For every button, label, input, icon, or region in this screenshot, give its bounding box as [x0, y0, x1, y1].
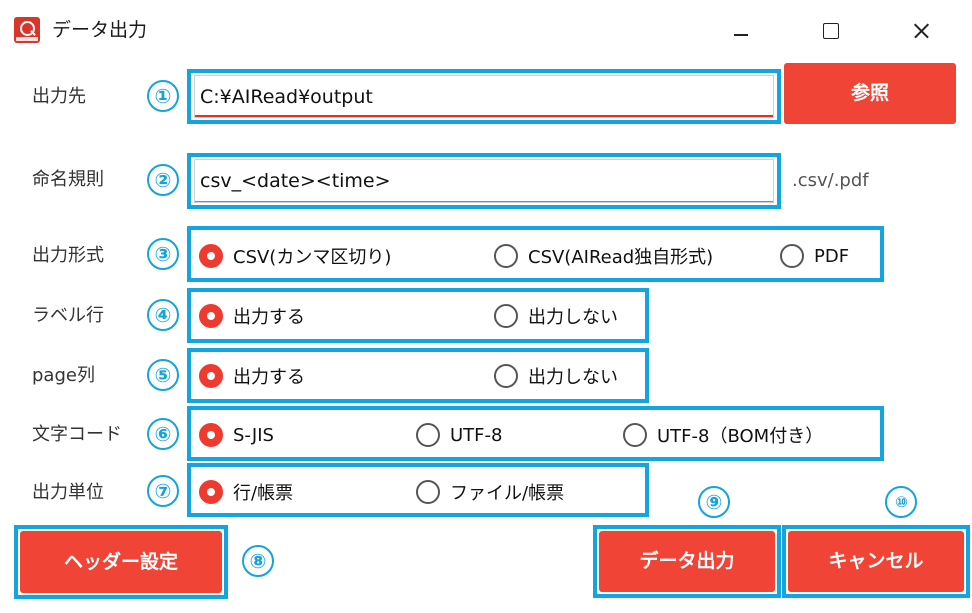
close-button[interactable]	[890, 8, 952, 52]
file-extension-hint: .csv/.pdf	[792, 170, 869, 191]
radio-unchecked-icon	[494, 304, 518, 328]
title-bar: データ出力	[0, 0, 972, 60]
maximize-icon	[823, 23, 839, 39]
radio-checked-icon	[199, 364, 223, 388]
output-dir-input[interactable]: C:¥AIRead¥output	[194, 75, 774, 118]
marker-2: ②	[147, 164, 179, 196]
marker-8: ⑧	[242, 545, 274, 577]
format-label: 出力形式	[32, 245, 104, 266]
marker-5: ⑤	[147, 359, 179, 391]
radio-unchecked-icon	[416, 480, 440, 504]
radio-checked-icon	[199, 480, 223, 504]
naming-rule-label: 命名規則	[32, 169, 104, 190]
marker-10: ⑩	[885, 486, 917, 518]
naming-rule-input[interactable]: csv_<date><time>	[194, 159, 774, 203]
minimize-icon	[734, 34, 748, 36]
format-option-pdf[interactable]: PDF	[780, 242, 849, 270]
label-row-option-no-output[interactable]: 出力しない	[494, 302, 618, 330]
radio-unchecked-icon	[494, 364, 518, 388]
marker-6: ⑥	[147, 418, 179, 450]
output-dir-value: C:¥AIRead¥output	[200, 86, 373, 108]
page-column-option-output[interactable]: 出力する	[199, 362, 305, 390]
encoding-option-utf8[interactable]: UTF-8	[416, 421, 502, 449]
maximize-button[interactable]	[800, 8, 862, 52]
output-unit-label: 出力単位	[32, 482, 104, 503]
cancel-button[interactable]: キャンセル	[788, 531, 964, 592]
marker-9: ⑨	[698, 486, 730, 518]
output-unit-option-row[interactable]: 行/帳票	[199, 478, 293, 506]
marker-7: ⑦	[147, 475, 179, 507]
page-column-label: page列	[32, 365, 95, 386]
output-unit-option-file[interactable]: ファイル/帳票	[416, 478, 564, 506]
marker-3: ③	[147, 238, 179, 270]
radio-unchecked-icon	[416, 423, 440, 447]
format-option-csv-airead[interactable]: CSV(AIRead独自形式)	[494, 242, 713, 270]
encoding-option-sjis[interactable]: S-JIS	[199, 421, 274, 449]
output-dir-label: 出力先	[32, 86, 86, 107]
naming-rule-value: csv_<date><time>	[200, 170, 391, 192]
format-option-csv[interactable]: CSV(カンマ区切り)	[199, 242, 391, 270]
minimize-button[interactable]	[710, 8, 772, 52]
radio-checked-icon	[199, 304, 223, 328]
window-title: データ出力	[52, 19, 148, 41]
marker-4: ④	[147, 299, 179, 331]
radio-unchecked-icon	[494, 244, 518, 268]
app-logo-icon	[14, 17, 40, 43]
radio-unchecked-icon	[780, 244, 804, 268]
browse-button[interactable]: 参照	[784, 63, 956, 124]
export-button[interactable]: データ出力	[599, 531, 775, 592]
header-settings-button[interactable]: ヘッダー設定	[20, 531, 222, 593]
page-column-option-no-output[interactable]: 出力しない	[494, 362, 618, 390]
radio-checked-icon	[199, 423, 223, 447]
label-row-option-output[interactable]: 出力する	[199, 302, 305, 330]
encoding-label: 文字コード	[32, 424, 122, 445]
radio-checked-icon	[199, 244, 223, 268]
label-row-label: ラベル行	[32, 305, 104, 326]
marker-1: ①	[147, 80, 179, 112]
radio-unchecked-icon	[623, 423, 647, 447]
encoding-option-utf8-bom[interactable]: UTF-8（BOM付き）	[623, 421, 823, 449]
